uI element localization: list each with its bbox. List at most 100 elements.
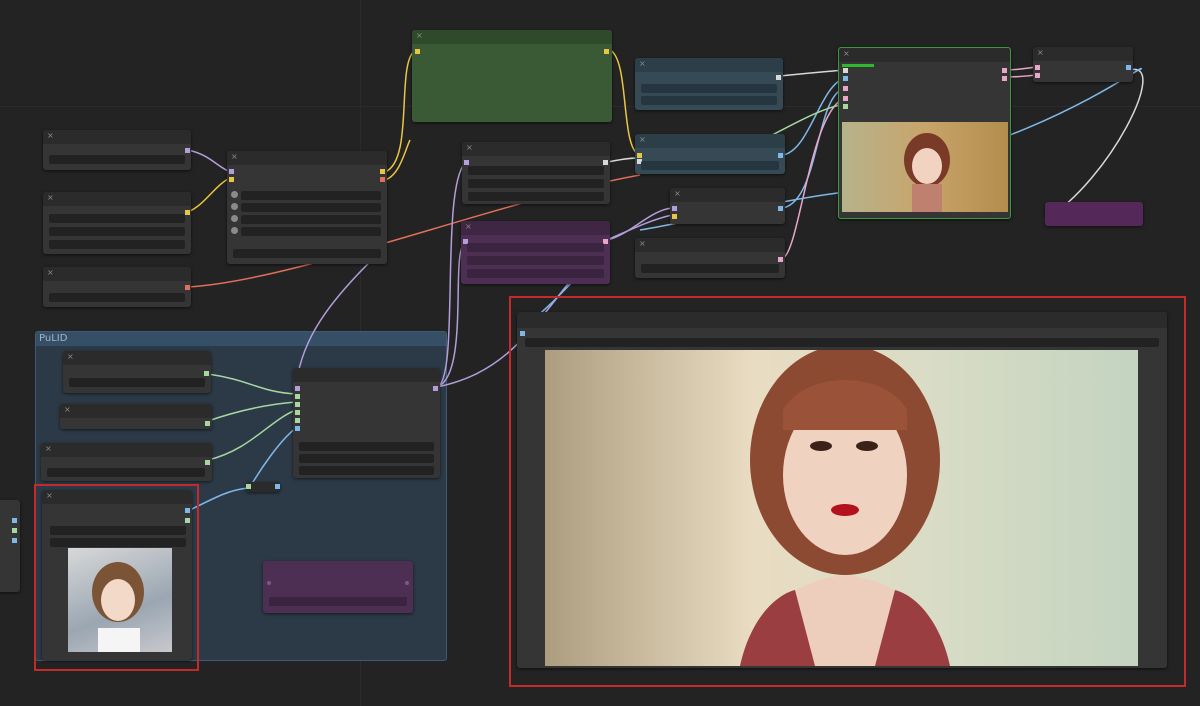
node-header[interactable]: × (670, 188, 785, 202)
close-icon[interactable]: × (64, 406, 71, 414)
node-purple-group[interactable] (263, 561, 413, 613)
close-icon[interactable]: × (465, 223, 472, 231)
node-widget[interactable] (49, 214, 185, 223)
node-g2[interactable]: × (60, 404, 212, 429)
output-port[interactable] (12, 538, 17, 543)
input-port[interactable] (843, 104, 848, 109)
close-icon[interactable]: × (45, 445, 52, 453)
close-icon[interactable]: × (67, 353, 74, 361)
input-port[interactable] (295, 426, 300, 431)
node-widget[interactable] (299, 466, 434, 475)
node-pulid-apply[interactable] (293, 368, 440, 478)
output-port[interactable] (12, 518, 17, 523)
node-widget[interactable] (641, 161, 779, 170)
node-widget[interactable] (49, 155, 185, 164)
close-icon[interactable]: × (639, 240, 646, 248)
output-port[interactable] (1126, 65, 1131, 70)
input-port[interactable] (672, 206, 677, 211)
node-widget[interactable] (241, 215, 381, 224)
node-header[interactable]: × (635, 238, 785, 252)
node-widget[interactable] (641, 84, 777, 93)
node-widget[interactable] (299, 454, 434, 463)
node-widget[interactable] (241, 203, 381, 212)
output-port[interactable] (205, 421, 210, 426)
node-header[interactable] (293, 368, 440, 382)
node-widget[interactable] (49, 240, 185, 249)
input-dot[interactable] (231, 215, 238, 222)
node-header[interactable]: × (43, 130, 191, 144)
node-reroute[interactable] (246, 482, 280, 492)
input-port[interactable] (295, 386, 300, 391)
input-dot[interactable] (231, 191, 238, 198)
node-header[interactable]: × (1033, 47, 1133, 61)
toggle-dot[interactable] (267, 581, 271, 585)
output-port[interactable] (776, 75, 781, 80)
toggle-dot[interactable] (405, 581, 409, 585)
node-a2[interactable]: × (43, 192, 191, 254)
output-port[interactable] (433, 386, 438, 391)
node-widget[interactable] (641, 264, 779, 273)
input-port[interactable] (295, 402, 300, 407)
output-port[interactable] (1002, 68, 1007, 73)
input-dot[interactable] (231, 227, 238, 234)
node-purple-c2[interactable]: × (461, 221, 610, 284)
node-g1[interactable]: × (63, 351, 211, 393)
input-port[interactable] (295, 410, 300, 415)
input-port[interactable] (843, 76, 848, 81)
output-port[interactable] (185, 210, 190, 215)
close-icon[interactable]: × (1037, 49, 1044, 57)
input-port[interactable] (415, 49, 420, 54)
node-e2[interactable]: × (635, 238, 785, 278)
close-icon[interactable]: × (231, 153, 238, 161)
node-b[interactable]: × (227, 151, 387, 264)
node-teal-d2[interactable]: × (635, 134, 785, 174)
node-green[interactable]: × (412, 30, 612, 122)
input-dot[interactable] (231, 203, 238, 210)
close-icon[interactable]: × (466, 144, 473, 152)
node-a3[interactable]: × (43, 267, 191, 307)
node-widget[interactable] (468, 179, 604, 188)
node-purple-g[interactable] (1045, 202, 1143, 226)
input-port[interactable] (672, 214, 677, 219)
node-widget[interactable] (641, 96, 777, 105)
close-icon[interactable]: × (674, 190, 681, 198)
input-port[interactable] (637, 153, 642, 158)
node-preview-small[interactable]: × (838, 47, 1011, 219)
output-port[interactable] (604, 49, 609, 54)
output-port[interactable] (204, 371, 209, 376)
node-widget[interactable] (468, 192, 604, 201)
node-header[interactable]: × (43, 267, 191, 281)
close-icon[interactable]: × (47, 132, 54, 140)
input-port[interactable] (246, 484, 251, 489)
output-port[interactable] (205, 460, 210, 465)
input-port[interactable] (843, 86, 848, 91)
input-port[interactable] (295, 394, 300, 399)
output-port[interactable] (275, 484, 280, 489)
node-widget[interactable] (233, 249, 381, 258)
output-port[interactable] (380, 177, 385, 182)
node-c[interactable]: × (462, 142, 610, 204)
input-port[interactable] (843, 68, 848, 73)
node-e1[interactable]: × (670, 188, 785, 224)
input-port[interactable] (229, 177, 234, 182)
output-port[interactable] (778, 257, 783, 262)
node-g3[interactable]: × (41, 443, 212, 481)
output-port[interactable] (185, 285, 190, 290)
node-teal-d1[interactable]: × (635, 58, 783, 110)
node-widget[interactable] (468, 166, 604, 175)
node-f[interactable]: × (1033, 47, 1133, 82)
input-port[interactable] (843, 96, 848, 101)
node-widget[interactable] (241, 191, 381, 200)
close-icon[interactable]: × (416, 32, 423, 40)
output-port[interactable] (380, 169, 385, 174)
node-header[interactable]: × (635, 58, 783, 72)
output-port[interactable] (778, 206, 783, 211)
node-widget[interactable] (467, 243, 604, 252)
close-icon[interactable]: × (843, 50, 850, 58)
close-icon[interactable]: × (47, 194, 54, 202)
input-port[interactable] (1035, 65, 1040, 70)
close-icon[interactable]: × (47, 269, 54, 277)
node-header[interactable]: × (41, 443, 212, 457)
output-port[interactable] (1002, 76, 1007, 81)
node-widget[interactable] (241, 227, 381, 236)
